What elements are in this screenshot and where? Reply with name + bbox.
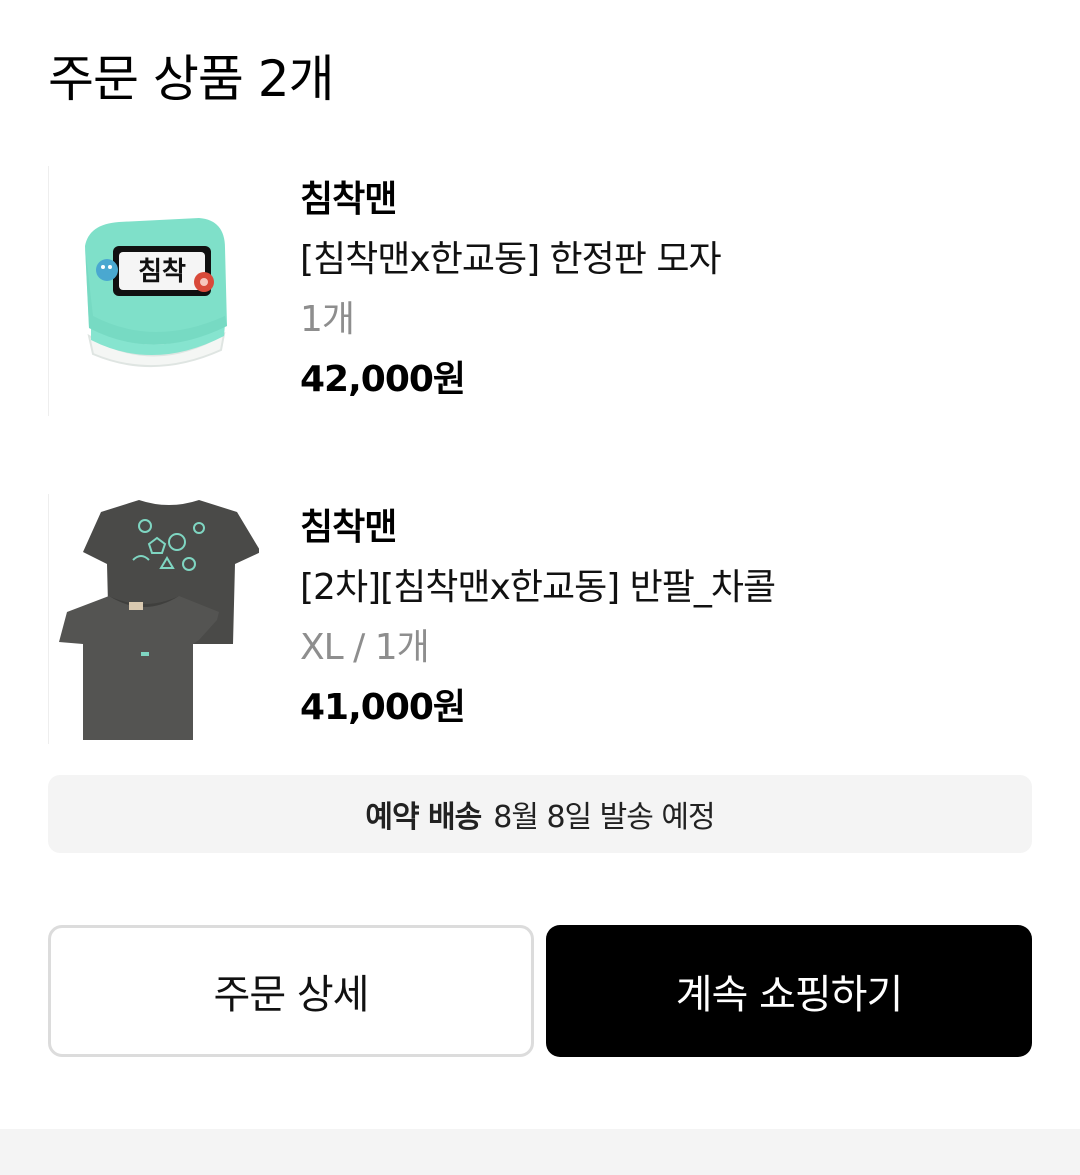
cap-patch-text: 침착 bbox=[138, 257, 186, 287]
item-option: XL / 1개 bbox=[300, 627, 430, 668]
item-price: 41,000원 bbox=[300, 687, 466, 728]
item-brand: 침착맨 bbox=[300, 507, 397, 548]
product-image-cap[interactable]: 침착 bbox=[48, 166, 259, 416]
item-name[interactable]: [침착맨x한교동] 한정판 모자 bbox=[300, 230, 722, 290]
order-item[interactable]: 침착 침착맨 [침착맨x한교동] 한정판 모자 1개 42,000원 bbox=[48, 166, 1032, 416]
item-brand: 침착맨 bbox=[300, 179, 397, 220]
product-image-tshirt[interactable] bbox=[48, 494, 261, 744]
notice-label: 예약 배송 bbox=[365, 800, 482, 835]
order-item[interactable]: 침착맨 [2차][침착맨x한교동] 반팔_차콜 XL / 1개 41,000원 bbox=[48, 494, 1032, 744]
item-info: 침착맨 [2차][침착맨x한교동] 반팔_차콜 XL / 1개 41,000원 bbox=[300, 498, 776, 738]
item-info: 침착맨 [침착맨x한교동] 한정판 모자 1개 42,000원 bbox=[300, 170, 722, 410]
item-name[interactable]: [2차][침착맨x한교동] 반팔_차콜 bbox=[300, 558, 776, 618]
continue-shopping-button[interactable]: 계속 쇼핑하기 bbox=[546, 925, 1032, 1057]
notice-text: 8월 8일 발송 예정 bbox=[493, 800, 715, 835]
order-detail-button[interactable]: 주문 상세 bbox=[48, 925, 534, 1057]
item-option: 1개 bbox=[300, 299, 355, 340]
item-price: 42,000원 bbox=[300, 359, 466, 400]
page-title: 주문 상품 2개 bbox=[48, 50, 335, 108]
delivery-notice: 예약 배송 8월 8일 발송 예정 bbox=[48, 775, 1032, 853]
footer-area bbox=[0, 1129, 1080, 1175]
